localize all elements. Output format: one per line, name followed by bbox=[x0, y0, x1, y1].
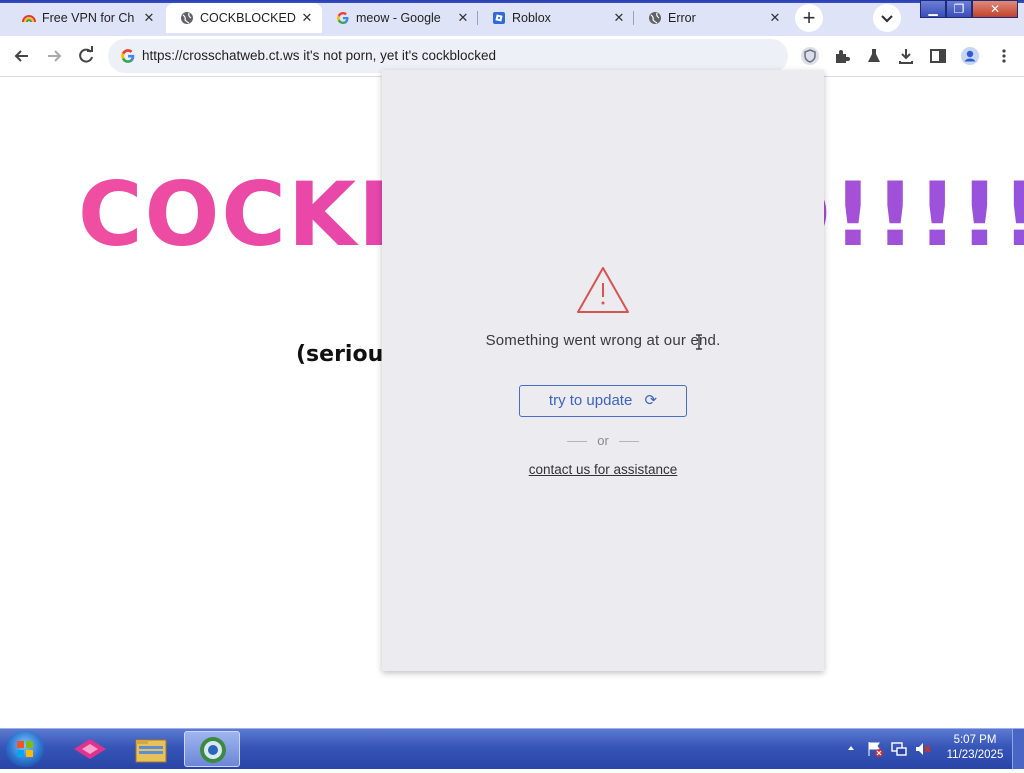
restore-button[interactable]: ❐ bbox=[946, 0, 972, 18]
reload-icon bbox=[79, 46, 93, 63]
new-tab-button[interactable]: + bbox=[795, 4, 823, 32]
close-tab-icon[interactable]: ✕ bbox=[612, 3, 626, 33]
tab-meow-google[interactable]: meow - Google ✕ bbox=[322, 3, 478, 33]
profile-avatar-icon[interactable] bbox=[960, 46, 980, 66]
globe-icon bbox=[649, 12, 661, 24]
action-center-flag-icon[interactable] bbox=[866, 740, 884, 758]
tab-free-vpn[interactable]: Free VPN for Ch ✕ bbox=[8, 3, 164, 33]
or-divider: or bbox=[382, 433, 824, 448]
refresh-icon: ⟳ bbox=[644, 392, 658, 409]
divider-line bbox=[567, 441, 588, 443]
back-button[interactable] bbox=[8, 42, 36, 70]
extension-popup: Something went wrong at our end. try to … bbox=[382, 70, 824, 671]
shield-extension-icon[interactable] bbox=[800, 46, 820, 66]
taskbar-app-chrome[interactable] bbox=[184, 731, 240, 767]
puzzle-extensions-icon[interactable] bbox=[832, 46, 852, 66]
contact-link[interactable]: contact us for assistance bbox=[382, 462, 824, 477]
tab-title: Free VPN for Ch bbox=[42, 11, 135, 25]
system-clock[interactable]: 5:07 PM 11/23/2025 bbox=[940, 733, 1010, 763]
clock-time: 5:07 PM bbox=[953, 734, 997, 746]
close-window-button[interactable]: ✕ bbox=[972, 0, 1018, 18]
tab-title: COCKBLOCKED bbox=[200, 11, 296, 25]
google-icon bbox=[121, 49, 135, 63]
taskbar-app-fox[interactable] bbox=[62, 731, 118, 767]
address-bar[interactable]: https://crosschatweb.ct.ws it's not porn… bbox=[108, 39, 788, 73]
google-icon bbox=[337, 12, 349, 24]
close-tab-icon[interactable]: ✕ bbox=[142, 3, 156, 33]
warning-triangle-icon bbox=[577, 267, 629, 313]
text-cursor-icon bbox=[696, 334, 702, 350]
url-text: https://crosschatweb.ct.ws it's not porn… bbox=[142, 48, 497, 63]
tab-title: meow - Google bbox=[356, 11, 441, 25]
button-label: try to update bbox=[548, 392, 633, 409]
clock-date: 11/23/2025 bbox=[946, 749, 1004, 761]
download-icon[interactable] bbox=[896, 46, 916, 66]
flask-icon[interactable] bbox=[864, 46, 884, 66]
kebab-menu-icon[interactable] bbox=[994, 46, 1014, 66]
folder-icon bbox=[135, 739, 167, 763]
rainbow-vpn-icon bbox=[22, 15, 36, 23]
chevron-down-icon bbox=[881, 15, 893, 23]
volume-muted-icon[interactable] bbox=[914, 740, 932, 758]
show-desktop-button[interactable] bbox=[1012, 729, 1024, 769]
windows-logo-icon bbox=[17, 741, 33, 757]
taskbar-app-explorer[interactable] bbox=[122, 731, 178, 767]
error-message: Something went wrong at our end. bbox=[485, 332, 721, 349]
tab-search-button[interactable] bbox=[873, 4, 901, 32]
arrow-left-icon bbox=[14, 50, 28, 62]
show-hidden-icons-arrow[interactable] bbox=[846, 743, 856, 753]
tab-title: Roblox bbox=[512, 11, 551, 25]
arrow-right-icon bbox=[48, 50, 62, 62]
reload-button[interactable] bbox=[72, 42, 100, 70]
pink-box-app-icon bbox=[74, 739, 106, 759]
or-text: or bbox=[597, 433, 609, 448]
tab-strip: Free VPN for Ch ✕ COCKBLOCKED ✕ meow - G… bbox=[0, 0, 1024, 36]
forward-button[interactable] bbox=[40, 42, 68, 70]
divider-line bbox=[618, 441, 639, 443]
tab-roblox[interactable]: Roblox ✕ bbox=[478, 3, 634, 33]
start-button[interactable] bbox=[6, 731, 44, 767]
globe-icon bbox=[181, 12, 193, 24]
close-tab-icon[interactable]: ✕ bbox=[768, 3, 782, 33]
windows-taskbar: 5:07 PM 11/23/2025 bbox=[0, 728, 1024, 769]
try-to-update-button[interactable]: try to update ⟳ bbox=[519, 385, 687, 417]
close-tab-icon[interactable]: ✕ bbox=[300, 3, 314, 33]
network-icon[interactable] bbox=[890, 740, 908, 758]
tab-title: Error bbox=[668, 11, 696, 25]
roblox-icon bbox=[493, 12, 505, 24]
tab-cockblocked[interactable]: COCKBLOCKED ✕ bbox=[166, 3, 322, 33]
browser-icon bbox=[200, 737, 226, 763]
side-panel-icon[interactable] bbox=[928, 46, 948, 66]
close-tab-icon[interactable]: ✕ bbox=[456, 3, 470, 33]
minimize-button[interactable]: ▁ bbox=[920, 0, 946, 18]
tab-error[interactable]: Error ✕ bbox=[634, 3, 790, 33]
